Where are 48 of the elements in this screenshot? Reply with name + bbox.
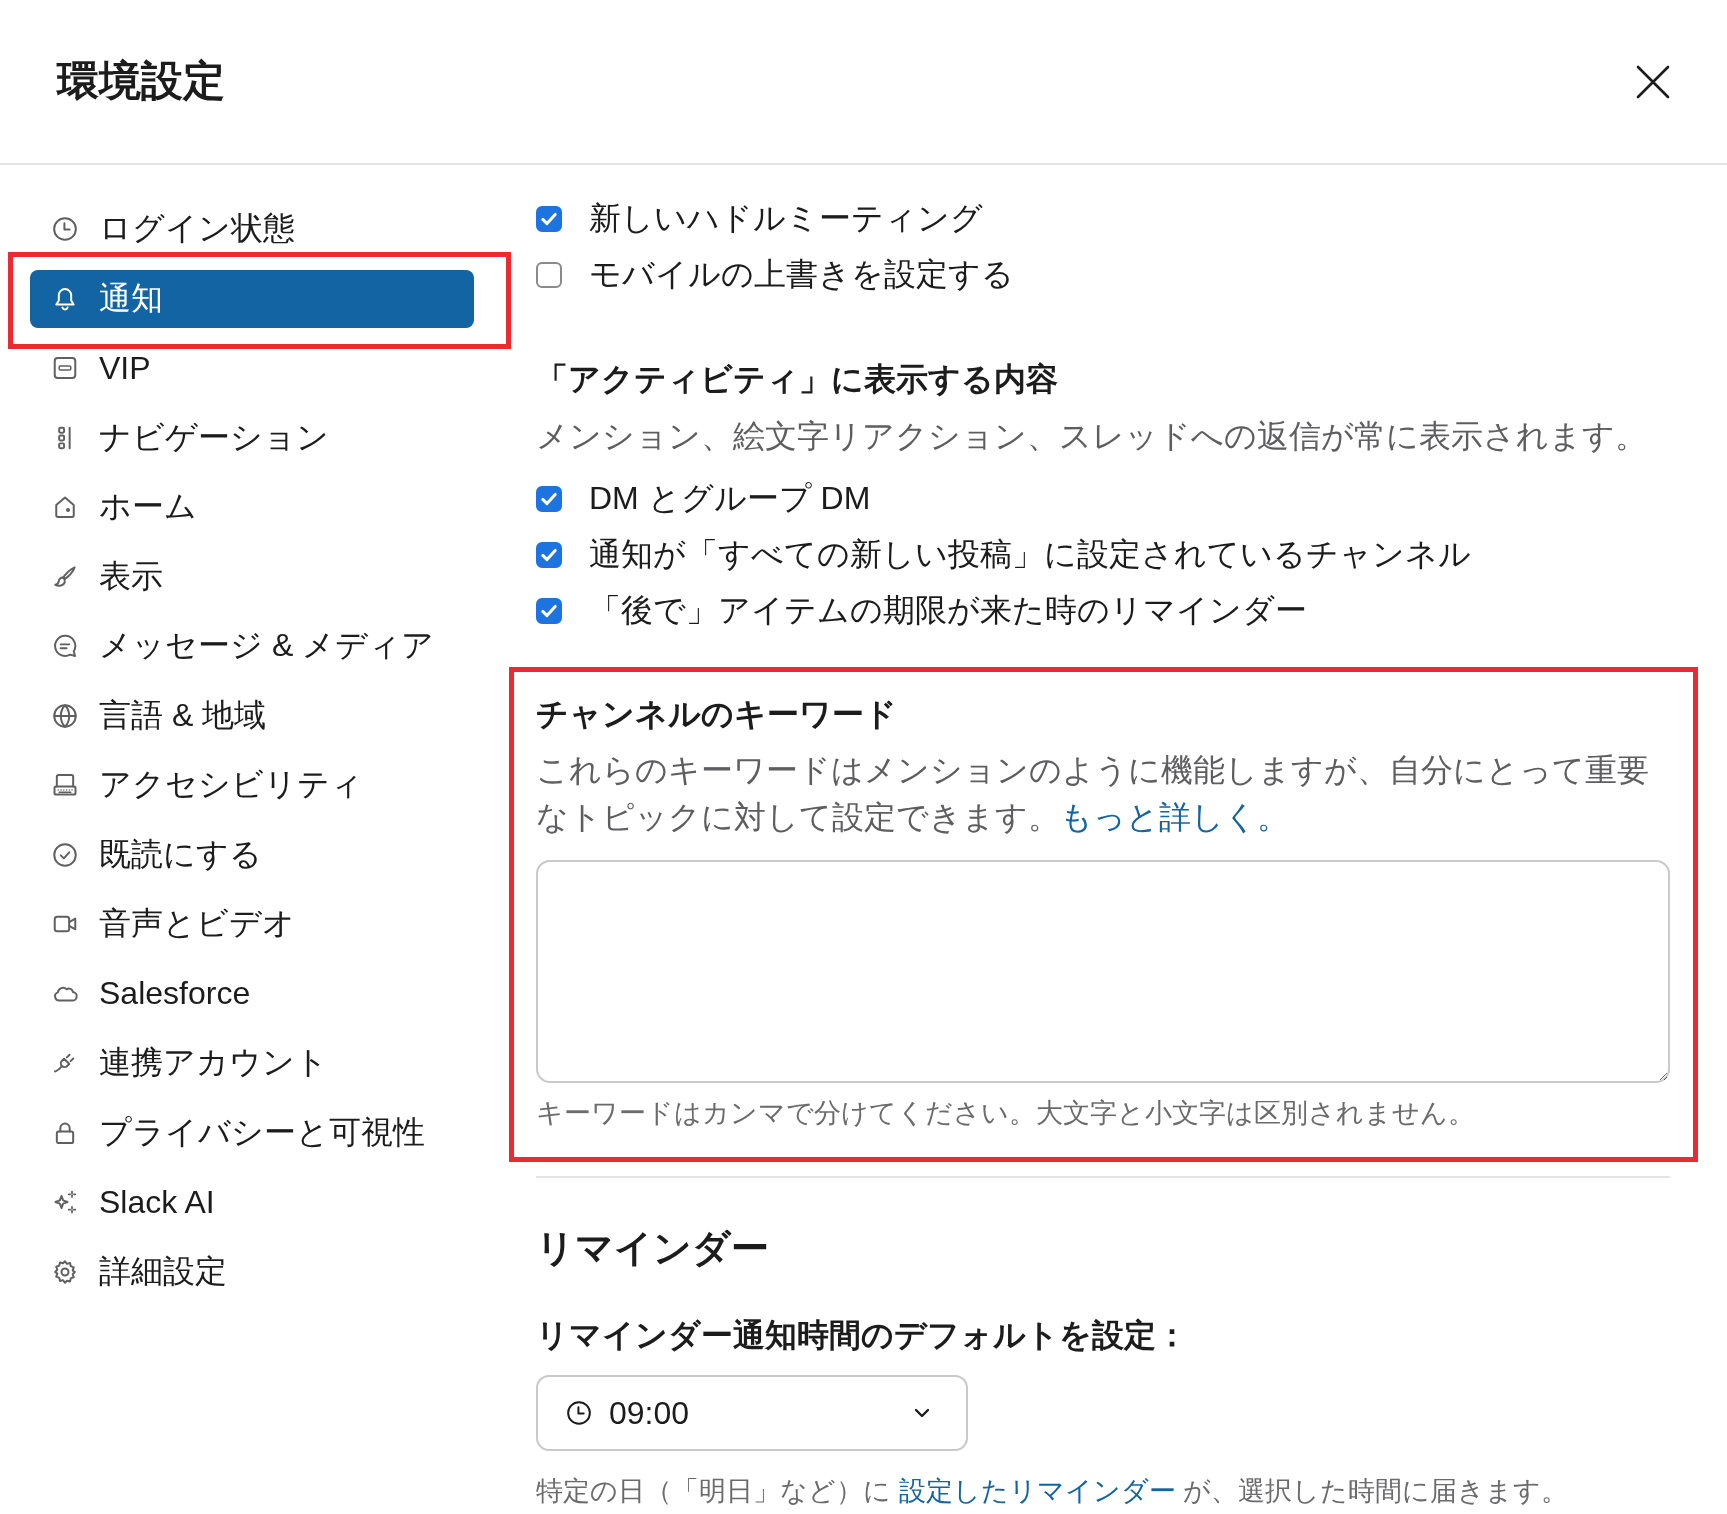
checkbox-label: 通知が「すべての新しい投稿」に設定されているチャンネル	[589, 535, 1471, 575]
sidebar-item[interactable]: 言語 & 地域	[30, 686, 474, 745]
section-description: メンション、絵文字リアクション、スレッドへの返信が常に表示されます。	[536, 417, 1648, 456]
checkbox[interactable]	[536, 486, 562, 512]
sidebar-item[interactable]: Slack AI	[30, 1173, 474, 1231]
checkbox[interactable]	[536, 598, 562, 624]
hint-text: キーワードはカンマで分けてください。大文字と小文字は区別されません。	[536, 1097, 1476, 1130]
learn-more-link[interactable]: もっと詳しく。	[1060, 798, 1289, 835]
close-button[interactable]	[1636, 64, 1670, 99]
sidebar-item[interactable]: 通知	[30, 269, 474, 328]
sidebar-item[interactable]: ホーム	[30, 478, 474, 536]
sidebar-item[interactable]: 音声とビデオ	[30, 895, 474, 953]
checkbox-label: DM とグループ DM	[589, 479, 871, 519]
sidebar-item[interactable]: 表示	[30, 547, 474, 606]
speech-bubble-icon	[51, 632, 79, 660]
dialog-title: 環境設定	[57, 56, 225, 107]
checkbox-label: 「後で」アイテムの期限が来た時のリマインダー	[589, 591, 1307, 631]
checkbox[interactable]	[536, 206, 562, 232]
sidebar-item[interactable]: 既読にする	[30, 825, 474, 884]
checkbox-label: 新しいハドルミーティング	[589, 199, 983, 239]
sidebar-item[interactable]: アクセシビリティ	[30, 756, 474, 814]
section-heading: リマインダー	[536, 1226, 770, 1271]
checkbox[interactable]	[536, 262, 562, 288]
time-select[interactable]: 09:00	[536, 1375, 968, 1451]
field-label: リマインダー通知時間のデフォルトを設定：	[536, 1316, 1189, 1355]
checkbox-label: モバイルの上書きを設定する	[589, 255, 1014, 295]
sidebar-item[interactable]: 詳細設定	[30, 1242, 474, 1301]
clock-icon	[565, 1399, 593, 1427]
section-description: これらのキーワードはメンションのように機能しますが、自分にとって重要なトピックに対して設定できます。もっと詳しく。	[536, 750, 1650, 837]
section-heading: チャンネルのキーワード	[536, 695, 898, 734]
card-icon	[51, 354, 79, 382]
laptop-icon	[51, 771, 79, 799]
help-text: 特定の日（「明日」など）に 設定したリマインダー が、選択した時間に届きます。	[536, 1475, 1570, 1508]
check-circle-icon	[51, 840, 79, 869]
sidebar-item[interactable]: ログイン状態	[30, 200, 474, 258]
reminders-link[interactable]: 設定したリマインダー	[898, 1476, 1176, 1506]
globe-icon	[51, 701, 79, 730]
section-heading: 「アクティビティ」に表示する内容	[536, 360, 1059, 399]
clock-icon	[51, 215, 79, 243]
sidebar-item[interactable]: メッセージ & メディア	[30, 617, 474, 675]
sidebar-item[interactable]: プライバシーと可視性	[30, 1103, 474, 1162]
sidebar-item[interactable]: VIP	[30, 339, 474, 397]
settings-icon	[51, 1257, 79, 1286]
checkbox[interactable]	[536, 542, 562, 568]
sidebar-item[interactable]: 連携アカウント	[30, 1034, 474, 1092]
keyword-input-field[interactable]	[536, 860, 1670, 1083]
sidebar-item[interactable]: Salesforce	[30, 964, 474, 1023]
sidebar-item[interactable]: ナビゲーション	[30, 408, 474, 467]
